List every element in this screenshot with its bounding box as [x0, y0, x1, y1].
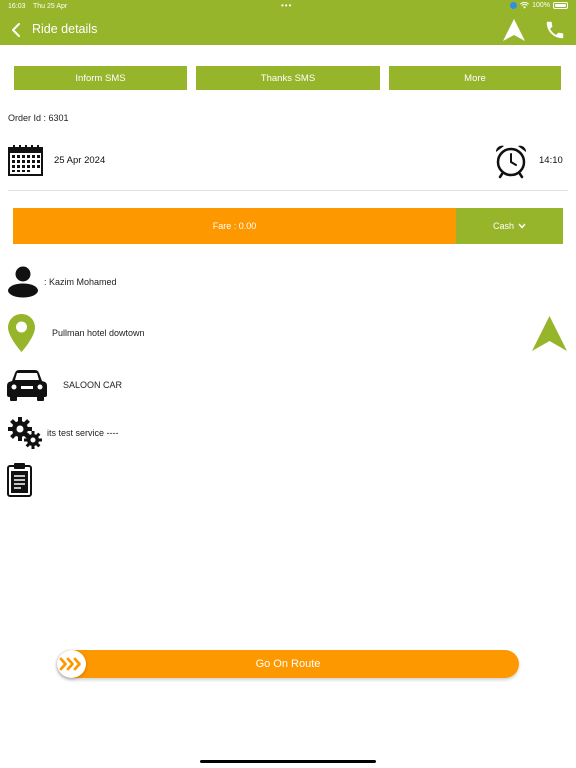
navigation-arrow-icon [503, 19, 525, 41]
app-header: 16:03 Thu 25 Apr ••• 100% Ride details [0, 0, 576, 45]
status-indicators: 100% [510, 2, 568, 9]
pickup-location: Pullman hotel dowtown [52, 328, 145, 338]
chevron-down-icon [518, 223, 526, 229]
navigate-location-button[interactable] [531, 315, 568, 357]
fare-amount: Fare : 0.00 [13, 208, 456, 244]
ride-time: 14:10 [539, 155, 563, 166]
call-button[interactable] [544, 19, 566, 41]
status-bar: 16:03 Thu 25 Apr ••• 100% [0, 0, 576, 14]
navigation-arrow-icon [532, 316, 567, 351]
calendar-icon [8, 145, 43, 176]
more-button[interactable]: More [389, 66, 561, 90]
status-time: 16:03 [8, 3, 26, 10]
go-on-route-button[interactable]: Go On Route [57, 650, 519, 678]
battery-icon [553, 2, 568, 9]
service-note: its test service ---- [47, 428, 119, 438]
go-on-route-label: Go On Route [255, 658, 321, 670]
car-type: SALOON CAR [63, 380, 123, 390]
back-icon [12, 23, 20, 37]
person-icon [8, 266, 38, 298]
page-title: Ride details [32, 22, 98, 36]
home-indicator[interactable] [200, 760, 376, 763]
back-button[interactable] [10, 22, 24, 38]
gears-icon [8, 417, 42, 449]
status-date: Thu 25 Apr [33, 3, 68, 10]
battery-percentage: 100% [532, 2, 550, 9]
forward-chevrons-icon [59, 657, 81, 671]
payment-method-label: Cash [492, 221, 514, 231]
clipboard-icon [7, 463, 32, 497]
ride-date: 25 Apr 2024 [54, 155, 106, 166]
navigate-button[interactable] [502, 18, 526, 42]
order-id: Order Id : 6301 [8, 113, 69, 123]
alarm-clock-icon [495, 145, 527, 179]
payment-method-dropdown[interactable]: Cash [456, 208, 563, 244]
phone-icon [546, 21, 564, 39]
divider [8, 190, 568, 191]
location-services-icon [510, 2, 518, 9]
multitasking-dots[interactable]: ••• [281, 1, 292, 10]
location-pin-icon [8, 314, 35, 352]
customer-name: : Kazim Mohamed [44, 277, 117, 287]
thanks-sms-button[interactable]: Thanks SMS [196, 66, 380, 90]
wifi-icon [520, 2, 530, 9]
inform-sms-button[interactable]: Inform SMS [14, 66, 187, 90]
slider-handle[interactable] [57, 650, 86, 678]
car-icon [7, 370, 47, 401]
fare-bar: Fare : 0.00 Cash [13, 208, 563, 244]
